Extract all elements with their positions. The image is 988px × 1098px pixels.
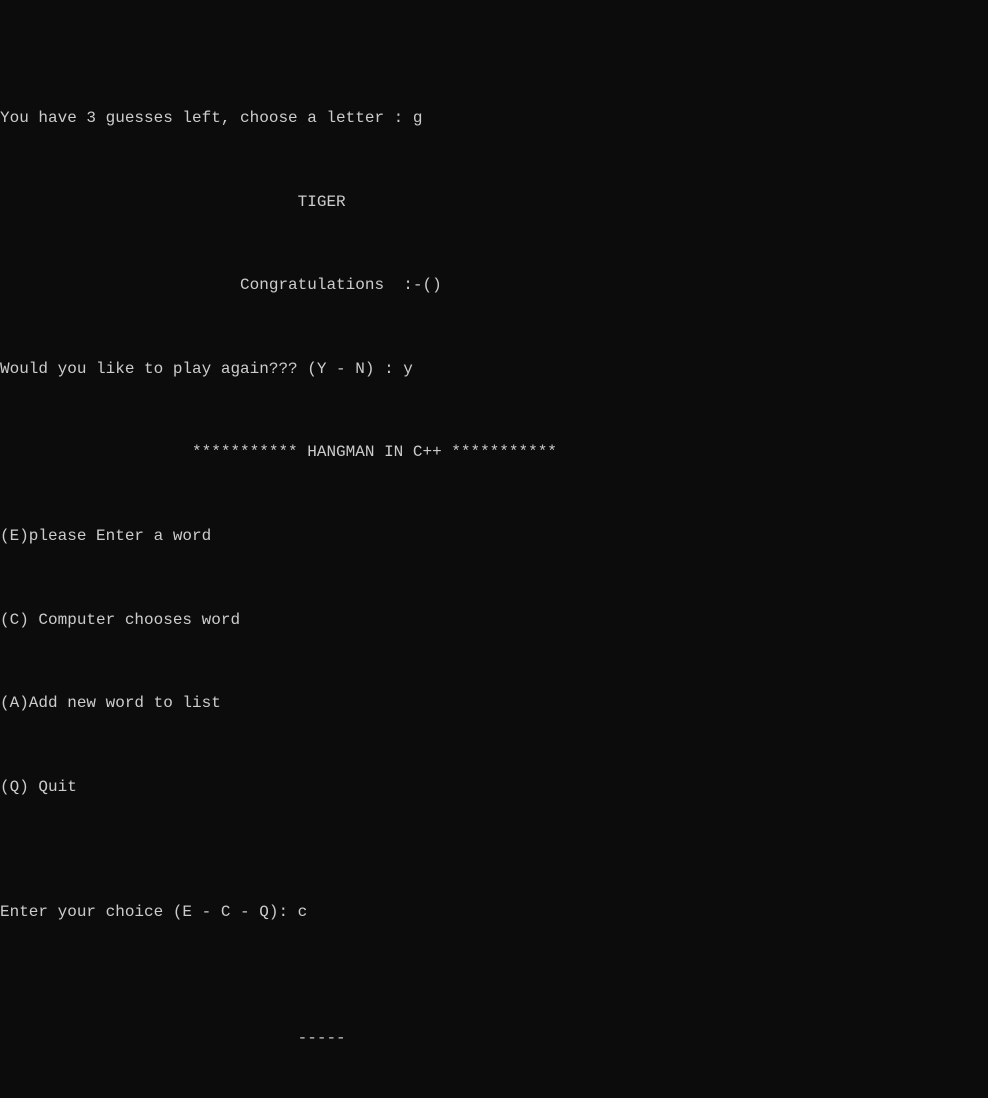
blank-line bbox=[0, 1069, 988, 1090]
menu-option-computer: (C) Computer chooses word bbox=[0, 610, 988, 631]
blank-line bbox=[0, 484, 988, 505]
game-banner: *********** HANGMAN IN C++ *********** bbox=[0, 442, 988, 463]
revealed-word: TIGER bbox=[0, 192, 988, 213]
blank-line bbox=[0, 317, 988, 338]
terminal-output[interactable]: You have 3 guesses left, choose a letter… bbox=[0, 83, 988, 1098]
menu-option-quit: (Q) Quit bbox=[0, 777, 988, 798]
menu-option-enter: (E)please Enter a word bbox=[0, 526, 988, 547]
choice-prompt: Enter your choice (E - C - Q): c bbox=[0, 902, 988, 923]
congratulations-message: Congratulations :-() bbox=[0, 275, 988, 296]
blank-line bbox=[0, 860, 988, 881]
blank-line bbox=[0, 819, 988, 840]
blank-line bbox=[0, 651, 988, 672]
blank-line bbox=[0, 944, 988, 965]
blank-line bbox=[0, 233, 988, 254]
hidden-word-display: ----- bbox=[0, 1028, 988, 1049]
blank-line bbox=[0, 735, 988, 756]
play-again-prompt: Would you like to play again??? (Y - N) … bbox=[0, 359, 988, 380]
blank-line bbox=[0, 150, 988, 171]
blank-line bbox=[0, 401, 988, 422]
blank-line bbox=[0, 986, 988, 1007]
guess-prompt-line: You have 3 guesses left, choose a letter… bbox=[0, 108, 988, 129]
menu-option-add: (A)Add new word to list bbox=[0, 693, 988, 714]
blank-line bbox=[0, 568, 988, 589]
